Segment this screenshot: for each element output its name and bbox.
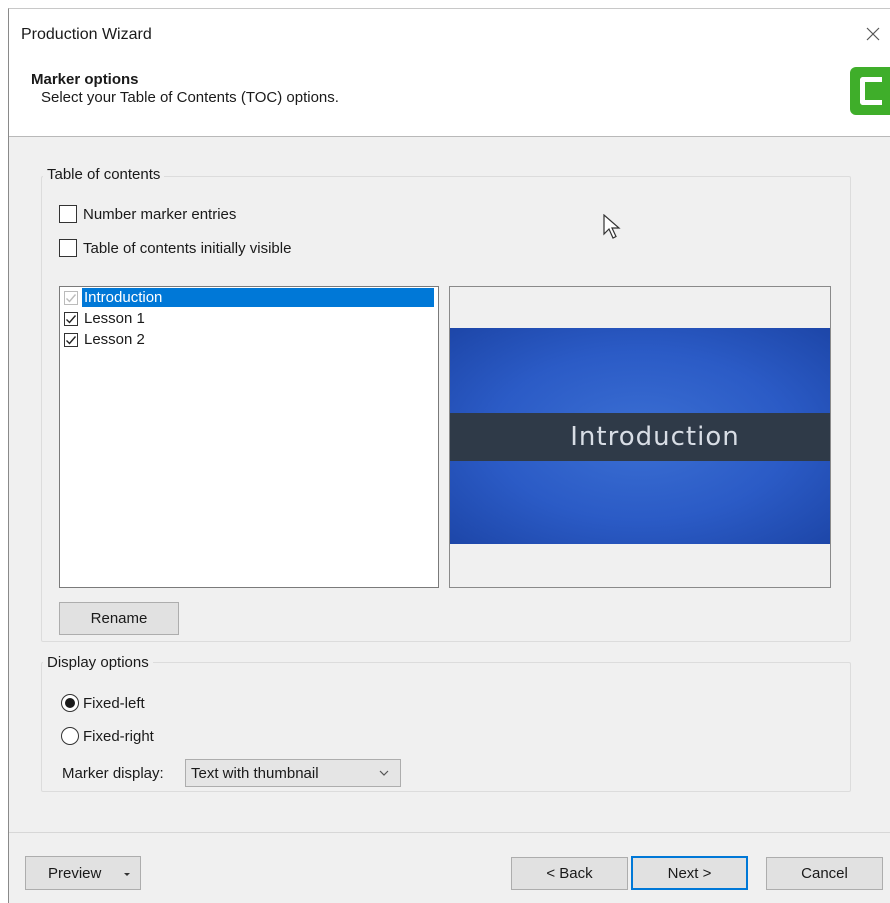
number-marker-entries-option[interactable]: Number marker entries (59, 205, 236, 223)
mouse-cursor-icon (603, 213, 621, 244)
title-bar: Production Wizard (9, 9, 890, 59)
fixed-right-label: Fixed-right (83, 727, 154, 745)
list-item-checkbox[interactable] (64, 332, 78, 347)
list-item[interactable]: Lesson 2 (60, 329, 438, 350)
fixed-left-label: Fixed-left (83, 694, 145, 712)
list-item[interactable]: Introduction (60, 287, 438, 308)
fixed-left-option[interactable]: Fixed-left (61, 694, 145, 712)
marker-display-label: Marker display: (62, 765, 164, 782)
cancel-button[interactable]: Cancel (766, 857, 883, 890)
toc-initially-visible-option[interactable]: Table of contents initially visible (59, 239, 291, 257)
list-item-label: Lesson 2 (84, 331, 145, 348)
list-item-checkbox[interactable] (64, 290, 78, 305)
close-icon (866, 27, 880, 41)
fixed-right-radio[interactable] (61, 727, 79, 745)
toc-initially-visible-label: Table of contents initially visible (83, 239, 292, 257)
chevron-down-icon (379, 770, 389, 776)
toc-group-label: Table of contents (43, 166, 165, 183)
toc-initially-visible-checkbox[interactable] (59, 239, 77, 257)
number-marker-entries-label: Number marker entries (83, 205, 237, 223)
footer-divider (9, 832, 890, 833)
marker-display-value: Text with thumbnail (191, 764, 319, 782)
window-title: Production Wizard (21, 26, 152, 43)
dropdown-arrow-icon (124, 873, 130, 876)
display-options-label: Display options (43, 654, 153, 671)
next-button[interactable]: Next > (631, 856, 748, 890)
marker-list[interactable]: Introduction Lesson 1 Lesson 2 (59, 286, 439, 588)
page-title: Marker options (31, 71, 139, 88)
app-logo-icon (850, 67, 890, 115)
fixed-left-radio[interactable] (61, 694, 79, 712)
list-item-label: Introduction (82, 288, 434, 307)
number-marker-entries-checkbox[interactable] (59, 205, 77, 223)
preview-slide-text: Introduction (570, 422, 740, 452)
preview-button[interactable]: Preview (25, 856, 141, 890)
checkmark-icon (66, 314, 77, 324)
preview-button-label: Preview (48, 864, 102, 882)
marker-display-select[interactable]: Text with thumbnail (185, 759, 401, 787)
page-subtitle: Select your Table of Contents (TOC) opti… (41, 89, 339, 106)
marker-preview: Introduction (449, 286, 831, 588)
list-item-checkbox[interactable] (64, 311, 78, 326)
close-button[interactable] (856, 17, 890, 51)
preview-title-band: Introduction (450, 413, 830, 461)
wizard-header: Marker options Select your Table of Cont… (9, 59, 890, 137)
back-button[interactable]: < Back (511, 857, 628, 890)
checkmark-icon (66, 335, 77, 345)
production-wizard-window: Production Wizard Marker options Select … (8, 8, 890, 903)
list-item-label: Lesson 1 (84, 310, 145, 327)
rename-button[interactable]: Rename (59, 602, 179, 635)
checkmark-icon (66, 293, 77, 303)
list-item[interactable]: Lesson 1 (60, 308, 438, 329)
fixed-right-option[interactable]: Fixed-right (61, 727, 154, 745)
preview-slide-image: Introduction (450, 328, 830, 544)
